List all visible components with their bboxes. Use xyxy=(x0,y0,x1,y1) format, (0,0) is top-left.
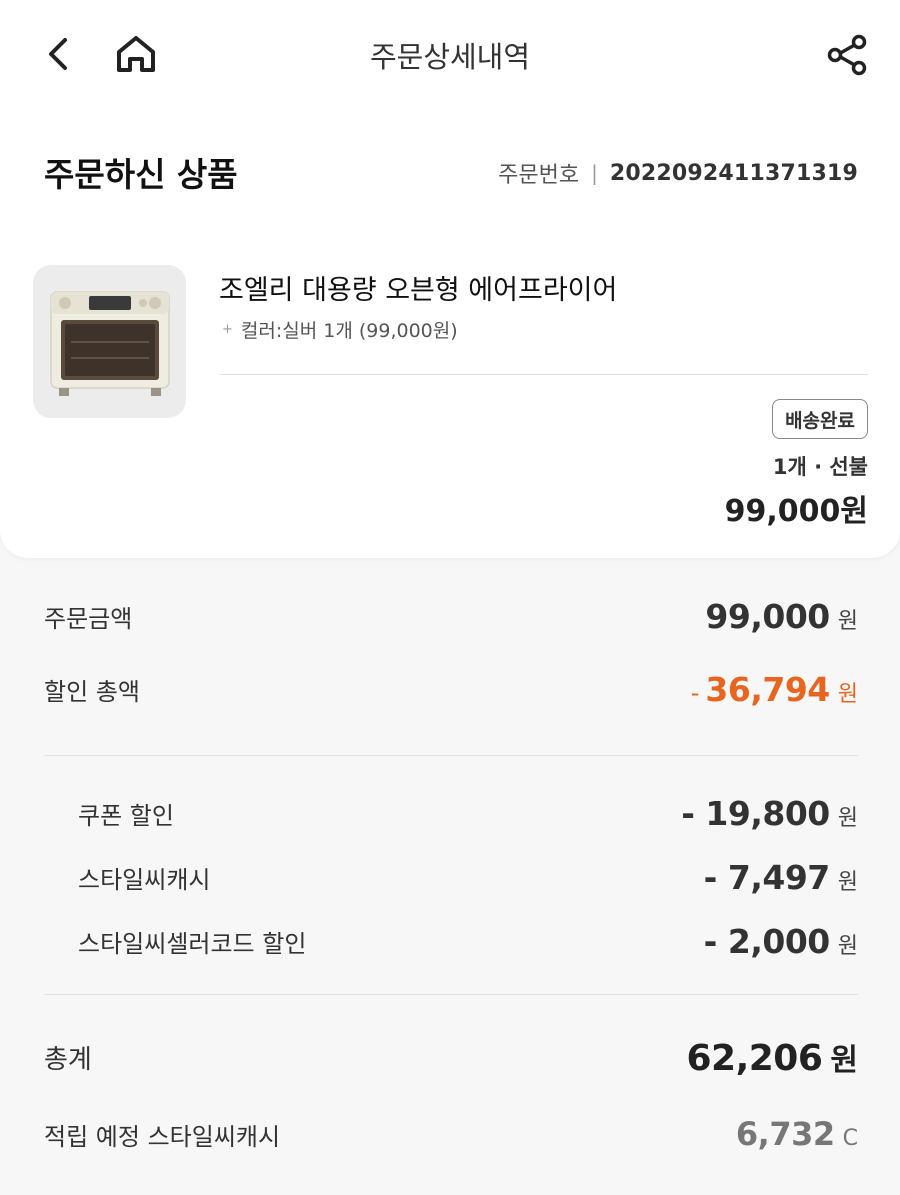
discount-value: - 2,000 xyxy=(703,922,831,961)
ordered-products-title: 주문하신 상품 xyxy=(44,155,238,194)
order-number-value: 2022092411371319 xyxy=(609,160,858,186)
discount-value: - 7,497 xyxy=(703,858,831,897)
status-badge: 배송완료 xyxy=(772,399,868,439)
order-amount-unit: 원 xyxy=(837,609,858,634)
item-price: 99,000원 xyxy=(724,494,868,529)
summary-divider-top xyxy=(44,755,858,756)
points-unit: C xyxy=(842,1126,858,1151)
order-number-separator: | xyxy=(591,161,598,185)
discount-unit: 원 xyxy=(837,934,858,959)
discount-label: 쿠폰 할인 xyxy=(78,802,174,830)
product-option: + 컬러:실버 1개 (99,000원) xyxy=(222,316,458,343)
order-amount-value: 99,000 xyxy=(705,597,830,636)
product-option-text: 컬러:실버 1개 (99,000원) xyxy=(240,320,458,342)
order-number-label: 주문번호 xyxy=(498,163,580,188)
total-row: 총계 62,206 원 xyxy=(44,1035,858,1079)
discount-total-unit: 원 xyxy=(837,682,858,707)
discount-label: 스타일씨셀러코드 할인 xyxy=(78,930,307,958)
air-fryer-oven-image xyxy=(49,290,170,396)
discount-value: - 19,800 xyxy=(681,794,830,833)
discount-label: 스타일씨캐시 xyxy=(78,866,211,894)
total-unit: 원 xyxy=(830,1043,858,1078)
discount-row-seller-code: 스타일씨셀러코드 할인 - 2,000 원 xyxy=(44,922,858,961)
share-button[interactable] xyxy=(822,30,872,80)
discount-minus: - xyxy=(690,679,700,707)
total-label: 총계 xyxy=(44,1044,92,1075)
discount-total-row: 할인 총액 - 36,794 원 xyxy=(44,670,858,709)
plus-icon: + xyxy=(222,322,233,337)
product-divider xyxy=(219,374,868,375)
discount-row-coupon: 쿠폰 할인 - 19,800 원 xyxy=(44,794,858,833)
product-thumbnail[interactable] xyxy=(33,265,186,418)
discount-total-label: 할인 총액 xyxy=(44,678,140,706)
summary-divider-bottom xyxy=(44,994,858,995)
discount-row-cash: 스타일씨캐시 - 7,497 원 xyxy=(44,858,858,897)
top-bar: 주문상세내역 xyxy=(0,0,900,110)
share-icon xyxy=(827,34,867,76)
order-amount-row: 주문금액 99,000 원 xyxy=(44,597,858,636)
discount-total-value: 36,794 xyxy=(705,670,830,709)
points-label: 적립 예정 스타일씨캐시 xyxy=(44,1122,281,1151)
order-amount-label: 주문금액 xyxy=(44,605,133,633)
points-value: 6,732 xyxy=(735,1115,835,1153)
total-value: 62,206 xyxy=(686,1038,823,1079)
page-title: 주문상세내역 xyxy=(369,40,531,74)
product-name[interactable]: 조엘리 대용량 오븐형 에어프라이어 xyxy=(219,268,617,307)
quantity-payment: 1개 · 선불 xyxy=(772,455,868,479)
discount-unit: 원 xyxy=(837,870,858,895)
points-row: 적립 예정 스타일씨캐시 6,732 C xyxy=(44,1115,858,1153)
order-number: 주문번호 | 2022092411371319 xyxy=(498,157,858,189)
discount-unit: 원 xyxy=(837,806,858,831)
